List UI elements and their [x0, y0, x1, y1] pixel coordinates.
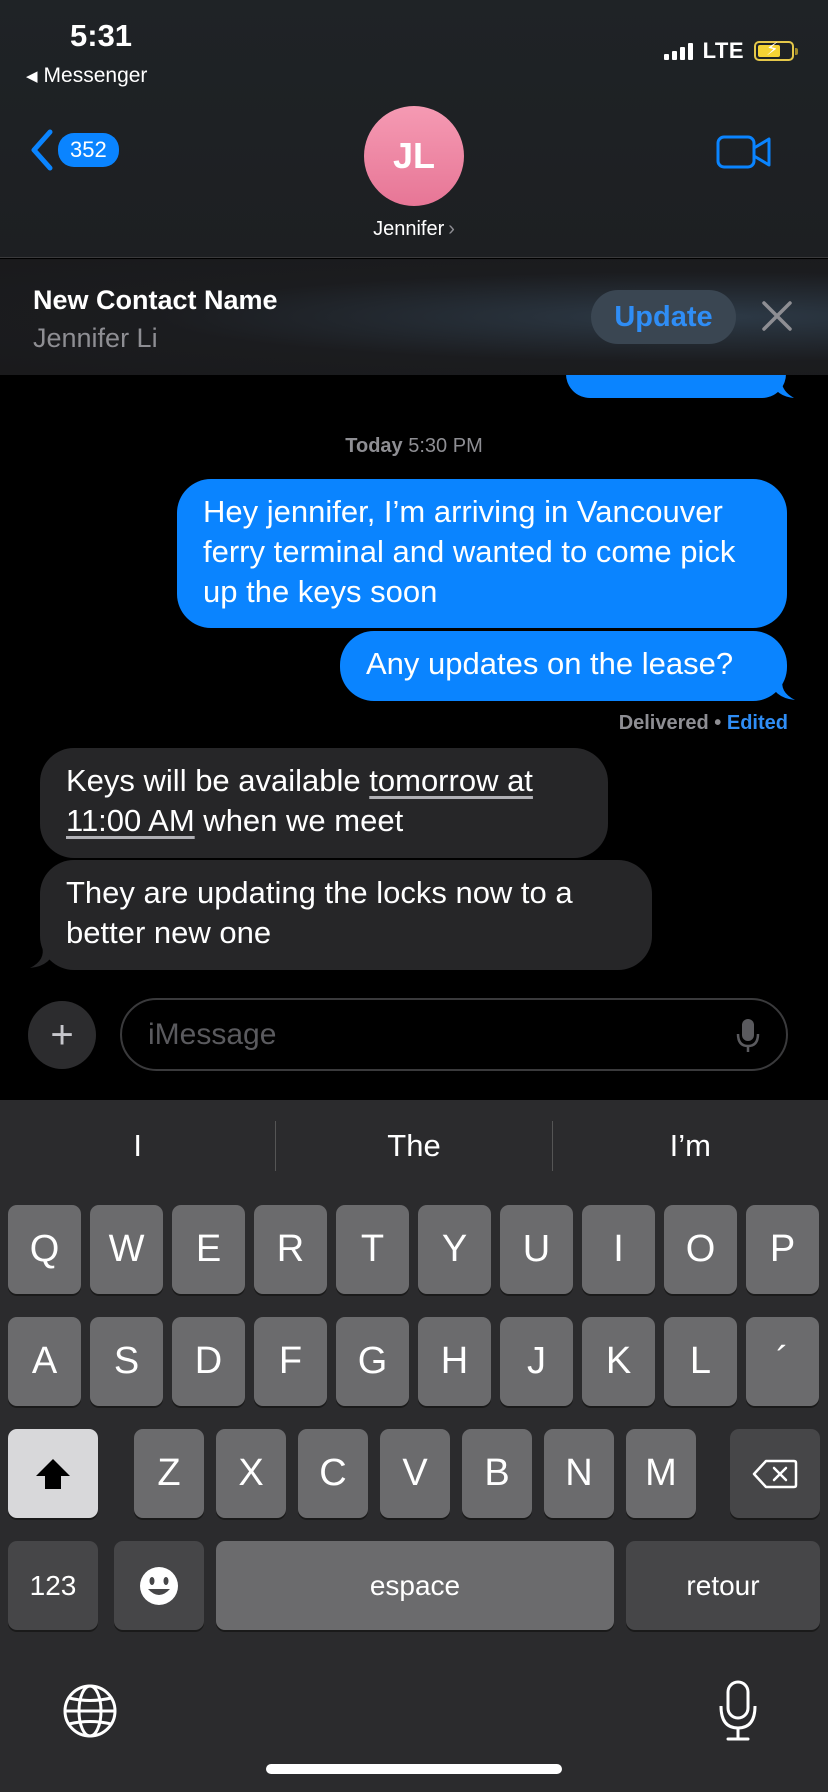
dictation-mic-icon[interactable] — [736, 1018, 760, 1054]
timestamp-day: Today — [345, 435, 403, 457]
delivered-label: Delivered — [618, 712, 709, 734]
message-text: when we meet — [194, 803, 404, 838]
key-i[interactable]: I — [582, 1205, 655, 1294]
numbers-key[interactable]: 123 — [8, 1541, 98, 1630]
message-text: Keys will be available — [66, 763, 370, 798]
conversation-timestamp: Today 5:30 PM — [0, 435, 828, 458]
key-c[interactable]: C — [298, 1429, 368, 1518]
network-type: LTE — [702, 38, 744, 63]
back-triangle-icon: ◀ — [26, 68, 38, 85]
key-w[interactable]: W — [90, 1205, 163, 1294]
key-h[interactable]: H — [418, 1317, 491, 1406]
space-key[interactable]: espace — [216, 1541, 614, 1630]
predictive-bar: I The I’m — [0, 1118, 828, 1174]
plus-icon: + — [50, 1012, 74, 1057]
suggestion[interactable]: I — [0, 1118, 275, 1174]
keyboard-mic-icon[interactable] — [718, 1680, 758, 1742]
emoji-icon — [140, 1566, 178, 1605]
suggestion[interactable]: The — [276, 1118, 551, 1174]
key-q[interactable]: Q — [8, 1205, 81, 1294]
add-attachment-button[interactable]: + — [28, 1001, 96, 1069]
chevron-right-icon: › — [448, 218, 455, 240]
delivery-status: Delivered • Edited — [618, 712, 788, 734]
incoming-message[interactable]: They are updating the locks now to a bet… — [40, 860, 652, 970]
shift-arrow-icon — [36, 1458, 70, 1489]
edited-link[interactable]: Edited — [727, 712, 788, 734]
home-indicator[interactable] — [266, 1764, 562, 1774]
back-to-app-link[interactable]: ◀ Messenger — [26, 64, 147, 88]
key-y[interactable]: Y — [418, 1205, 491, 1294]
key-u[interactable]: U — [500, 1205, 573, 1294]
new-contact-banner: New Contact Name Jennifer Li Update — [0, 259, 828, 375]
bubble-tail — [30, 946, 56, 968]
incoming-message[interactable]: Keys will be available tomorrow at 11:00… — [40, 748, 608, 858]
key-m[interactable]: M — [626, 1429, 696, 1518]
back-button[interactable]: 352 — [30, 128, 119, 172]
video-call-icon[interactable] — [716, 134, 772, 170]
cellular-signal-icon — [663, 42, 693, 60]
outgoing-message[interactable]: Any updates on the lease? — [340, 631, 787, 701]
globe-icon[interactable] — [62, 1683, 118, 1739]
return-key[interactable]: retour — [626, 1541, 820, 1630]
key-b[interactable]: B — [462, 1429, 532, 1518]
battery-charging-icon: ⚡ — [754, 40, 798, 61]
status-time: 5:31 — [70, 18, 133, 53]
key-t[interactable]: T — [336, 1205, 409, 1294]
key-f[interactable]: F — [254, 1317, 327, 1406]
backspace-icon — [752, 1459, 798, 1488]
back-app-label: Messenger — [43, 64, 148, 87]
bubble-tail — [770, 378, 794, 398]
shift-key[interactable] — [8, 1429, 98, 1518]
key-d[interactable]: D — [172, 1317, 245, 1406]
chevron-left-icon — [31, 129, 53, 171]
key-r[interactable]: R — [254, 1205, 327, 1294]
message-input-placeholder: iMessage — [148, 1018, 277, 1051]
update-contact-button[interactable]: Update — [591, 290, 736, 344]
contact-avatar[interactable]: JL — [364, 106, 464, 206]
banner-title: New Contact Name — [33, 285, 278, 315]
message-input[interactable]: iMessage — [120, 998, 788, 1071]
close-icon[interactable] — [760, 299, 794, 333]
key-g[interactable]: G — [336, 1317, 409, 1406]
key-j[interactable]: J — [500, 1317, 573, 1406]
unread-count-badge: 352 — [58, 133, 119, 167]
contact-name-button[interactable]: Jennifer › — [0, 218, 828, 241]
banner-subtitle: Jennifer Li — [33, 323, 158, 353]
key-p[interactable]: P — [746, 1205, 819, 1294]
bubble-tail — [769, 678, 795, 700]
key-e[interactable]: E — [172, 1205, 245, 1294]
key-z[interactable]: Z — [134, 1429, 204, 1518]
key-o[interactable]: O — [664, 1205, 737, 1294]
key-x[interactable]: X — [216, 1429, 286, 1518]
key-a[interactable]: A — [8, 1317, 81, 1406]
timestamp-time: 5:30 PM — [408, 435, 483, 457]
key-l[interactable]: L — [664, 1317, 737, 1406]
key-k[interactable]: K — [582, 1317, 655, 1406]
outgoing-message[interactable]: Hey jennifer, I’m arriving in Vancouver … — [177, 479, 787, 628]
status-indicators: LTE ⚡ — [663, 38, 798, 64]
suggestion[interactable]: I’m — [553, 1118, 828, 1174]
key-v[interactable]: V — [380, 1429, 450, 1518]
backspace-key[interactable] — [730, 1429, 820, 1518]
key-n[interactable]: N — [544, 1429, 614, 1518]
contact-name: Jennifer — [373, 218, 445, 240]
emoji-key[interactable] — [114, 1541, 204, 1630]
key-acute-accent[interactable]: ´ — [746, 1317, 819, 1406]
conversation-header: 5:31 ◀ Messenger LTE ⚡ 352 JL Jennifer › — [0, 0, 828, 258]
key-s[interactable]: S — [90, 1317, 163, 1406]
